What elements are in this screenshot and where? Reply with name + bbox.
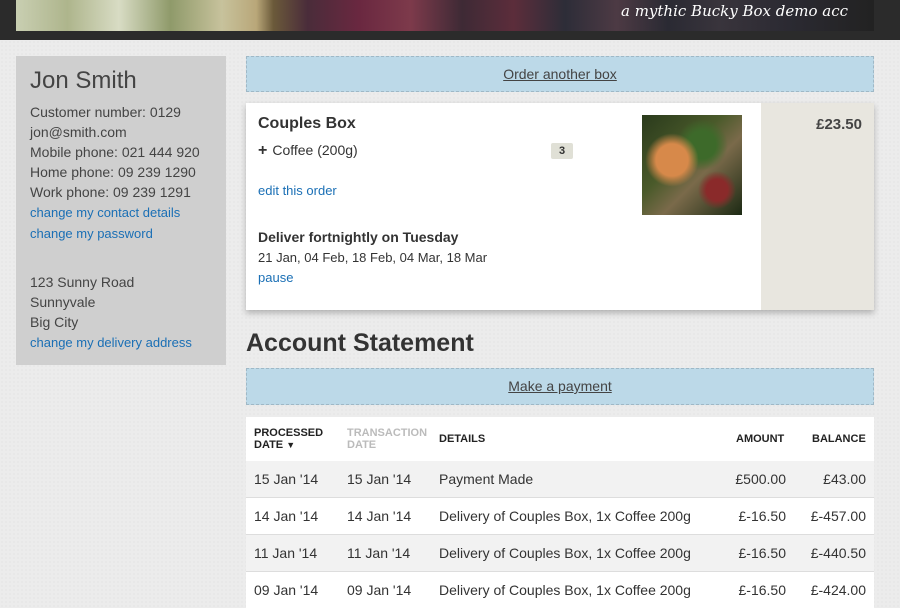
banner-tagline: a mythic Bucky Box demo acc [620,2,848,20]
header-details: DETAILS [439,433,486,445]
delivery-schedule: Deliver fortnightly on Tuesday [258,229,459,245]
order-another-box-button[interactable]: Order another box [246,56,874,92]
details: Delivery of Couples Box, 1x Coffee 200g [439,545,691,561]
amount: £-16.50 [738,508,786,524]
extra-label: Coffee (200g) [272,142,358,158]
header-amount: AMOUNT [736,433,785,445]
change-password-link[interactable]: change my password [30,223,212,244]
box-name: Couples Box [258,115,356,132]
processed-date: 09 Jan '14 [254,582,319,598]
table-header: PROCESSED DATE ▼ TRANSACTION DATE DETAIL… [246,417,874,462]
table-row: 15 Jan '14 15 Jan '14 Payment Made £500.… [246,461,874,498]
extra-item: + Coffee (200g) [258,142,358,160]
order-details: Couples Box + Coffee (200g) 3 edit this o… [246,103,761,310]
transaction-date: 09 Jan '14 [347,582,412,598]
address-line-2: Sunnyvale [30,294,96,310]
table-row: 11 Jan '14 11 Jan '14 Delivery of Couple… [246,535,874,572]
account-statement-title: Account Statement [246,329,474,357]
order-card: Couples Box + Coffee (200g) 3 edit this o… [246,103,874,310]
transaction-date: 14 Jan '14 [347,508,412,524]
plus-icon: + [258,142,268,159]
header-banner: a mythic Bucky Box demo acc [0,0,900,40]
customer-number: Customer number: 0129 [30,104,181,120]
customer-email: jon@smith.com [30,124,127,140]
statement-table: PROCESSED DATE ▼ TRANSACTION DATE DETAIL… [246,417,874,608]
balance: £-440.50 [810,545,866,561]
banner-image: a mythic Bucky Box demo acc [16,0,874,31]
change-address-link[interactable]: change my delivery address [30,332,212,353]
make-payment-label: Make a payment [508,378,612,394]
change-contact-link[interactable]: change my contact details [30,202,212,223]
customer-sidebar: Jon Smith Customer number: 0129 jon@smit… [16,56,226,365]
sort-down-icon: ▼ [286,440,296,450]
processed-date: 11 Jan '14 [254,545,318,561]
address-line-1: 123 Sunny Road [30,274,135,290]
processed-date: 14 Jan '14 [254,508,319,524]
box-photo [642,115,742,215]
order-another-box-label: Order another box [503,66,617,82]
home-phone: Home phone: 09 239 1290 [30,164,196,180]
order-price-column: £23.50 [761,103,874,310]
table-row: 14 Jan '14 14 Jan '14 Delivery of Couple… [246,498,874,535]
amount: £-16.50 [738,582,786,598]
transaction-date: 15 Jan '14 [347,471,412,487]
balance: £43.00 [823,471,866,487]
transaction-date: 11 Jan '14 [347,545,411,561]
amount: £-16.50 [738,545,786,561]
processed-date: 15 Jan '14 [254,471,319,487]
delivery-dates: 21 Jan, 04 Feb, 18 Feb, 04 Mar, 18 Mar [258,250,488,265]
work-phone: Work phone: 09 239 1291 [30,184,191,200]
details: Payment Made [439,471,534,487]
extra-quantity-badge: 3 [551,143,573,159]
customer-name: Jon Smith [30,67,137,94]
amount: £500.00 [735,471,786,487]
header-transaction-date[interactable]: TRANSACTION DATE [347,427,427,451]
header-balance: BALANCE [812,433,866,445]
mobile-phone: Mobile phone: 021 444 920 [30,144,200,160]
balance: £-424.00 [810,582,866,598]
make-payment-button[interactable]: Make a payment [246,368,874,405]
header-processed-date[interactable]: PROCESSED DATE ▼ [254,427,323,451]
address-line-3: Big City [30,314,79,330]
table-row: 09 Jan '14 09 Jan '14 Delivery of Couple… [246,572,874,608]
order-price: £23.50 [816,116,862,133]
details: Delivery of Couples Box, 1x Coffee 200g [439,582,691,598]
pause-link[interactable]: pause [258,270,293,285]
balance: £-457.00 [810,508,866,524]
details: Delivery of Couples Box, 1x Coffee 200g [439,508,691,524]
edit-order-link[interactable]: edit this order [258,183,337,198]
